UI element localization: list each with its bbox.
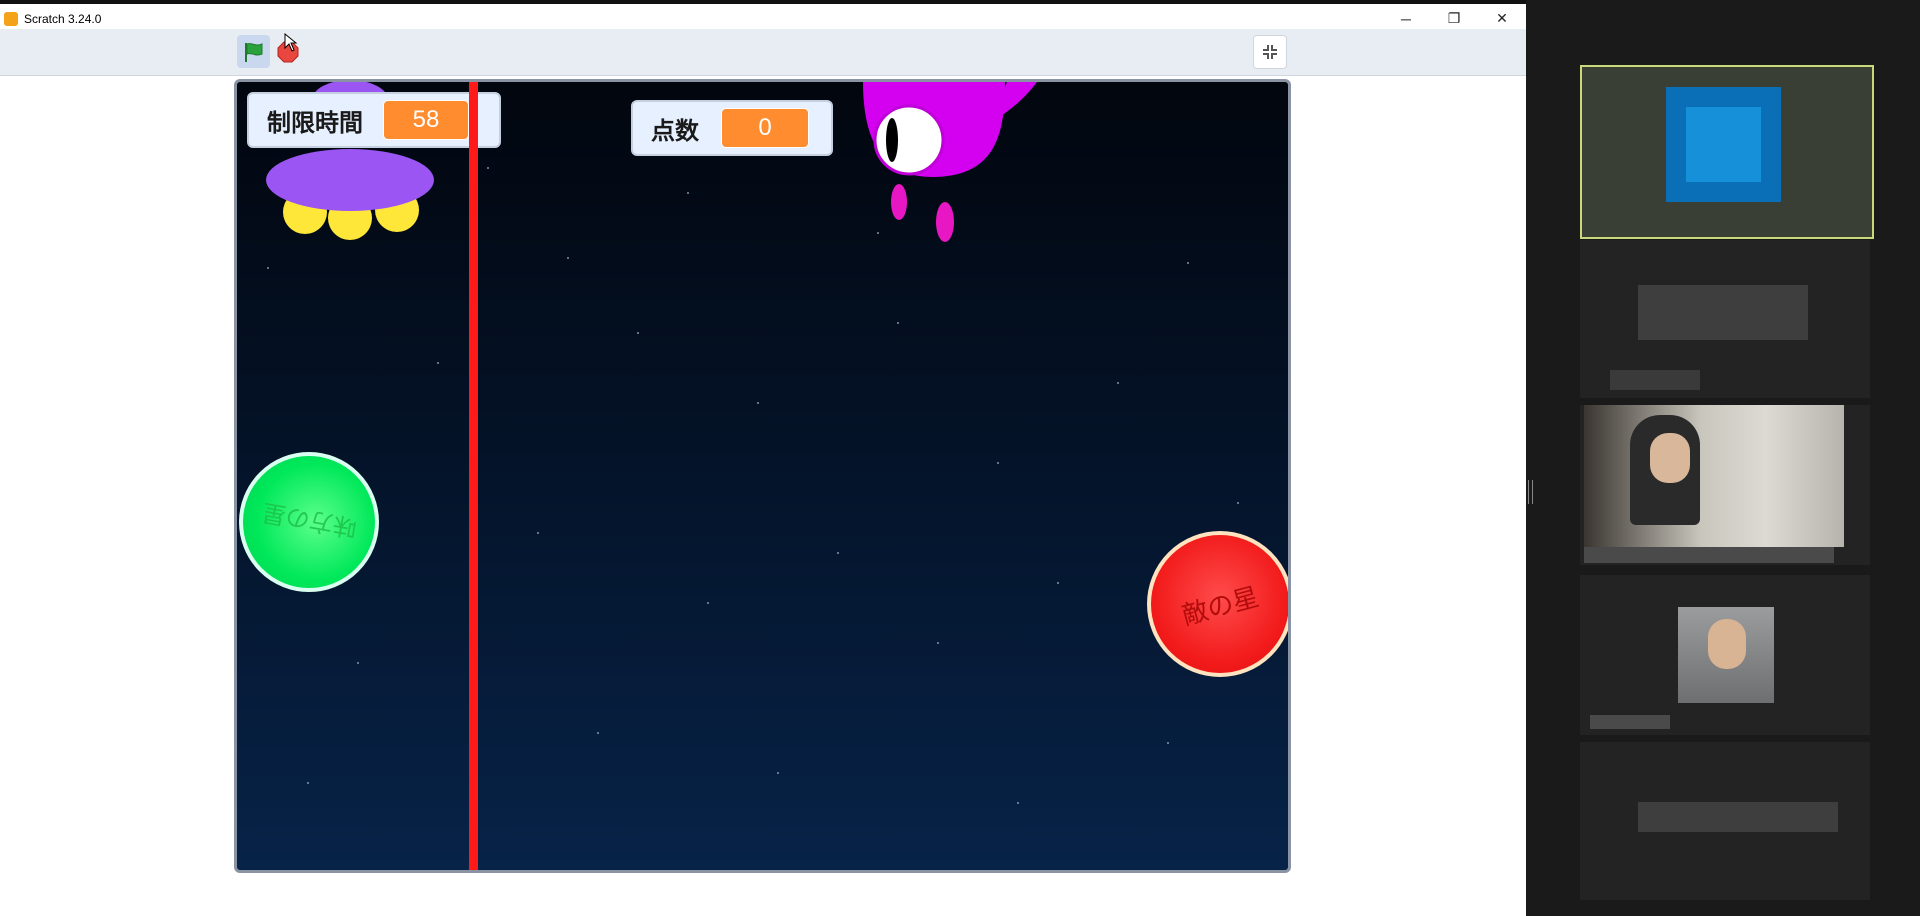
timer-value: 58 bbox=[383, 100, 469, 140]
video-tile[interactable] bbox=[1580, 240, 1870, 398]
participant-video bbox=[1584, 405, 1844, 547]
barrier-line bbox=[469, 82, 478, 870]
video-tile[interactable] bbox=[1580, 742, 1870, 900]
timer-monitor: 制限時間 58 bbox=[247, 92, 501, 148]
stage-toolbar bbox=[0, 29, 1526, 76]
video-tile[interactable] bbox=[1580, 575, 1870, 735]
enemy-planet-sprite[interactable]: 敵の星 bbox=[1147, 531, 1288, 677]
unfullscreen-button[interactable] bbox=[1253, 35, 1287, 69]
score-monitor: 点数 0 bbox=[631, 100, 833, 156]
scratch-app-icon bbox=[4, 11, 18, 26]
green-flag-icon bbox=[244, 42, 262, 62]
green-flag-button[interactable] bbox=[237, 35, 270, 68]
video-tile[interactable] bbox=[1580, 65, 1874, 239]
window-title: Scratch 3.24.0 bbox=[24, 11, 102, 26]
alien-sprite[interactable] bbox=[857, 82, 1047, 242]
panel-resize-handle[interactable] bbox=[1528, 480, 1533, 504]
unfullscreen-icon bbox=[1263, 45, 1277, 59]
ally-planet-label: 味方の星 bbox=[259, 497, 360, 542]
stage[interactable]: 制限時間 58 点数 0 味方の星 敵の星 bbox=[234, 79, 1291, 873]
ally-planet-sprite[interactable]: 味方の星 bbox=[239, 452, 379, 592]
score-value: 0 bbox=[721, 108, 809, 148]
score-label: 点数 bbox=[651, 116, 699, 145]
enemy-planet-label: 敵の星 bbox=[1179, 581, 1263, 631]
video-tile[interactable] bbox=[1580, 405, 1870, 565]
timer-label: 制限時間 bbox=[267, 108, 363, 137]
mouse-cursor-icon bbox=[284, 33, 298, 52]
